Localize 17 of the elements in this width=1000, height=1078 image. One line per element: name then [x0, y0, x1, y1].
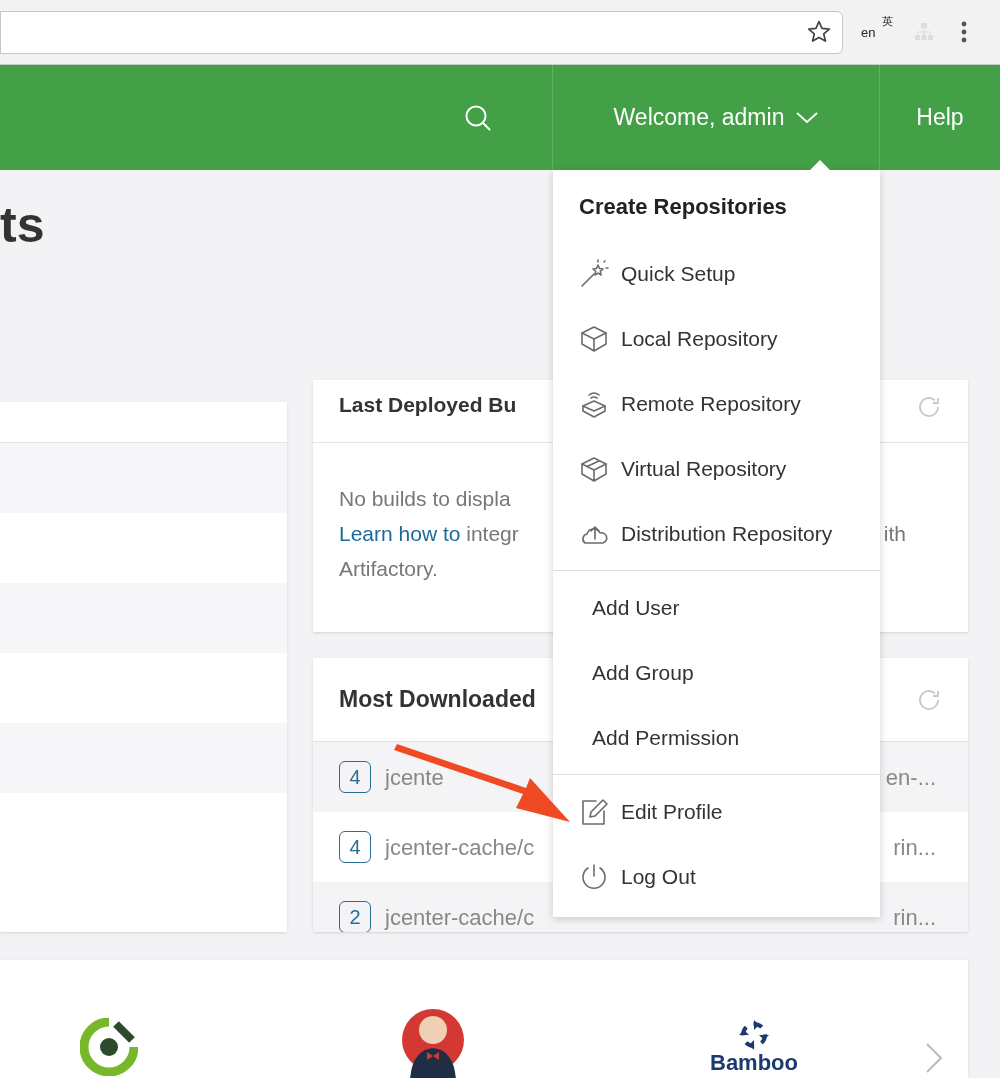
menu-heading: Create Repositories — [578, 193, 788, 221]
artifact-path: jcenter-cache/c — [385, 833, 535, 862]
count-badge: 4 — [339, 761, 371, 793]
integration-text: Learn how to integr — [339, 521, 519, 547]
artifact-path-end: en-... — [885, 763, 937, 792]
empty-message: No builds to displa — [339, 486, 512, 512]
artifact-path-end: rin... — [893, 833, 937, 862]
artifact-path: jcente — [385, 763, 444, 792]
card-title: Most Downloaded — [339, 685, 536, 715]
card-title: Last Deployed Bu — [339, 391, 517, 418]
count-badge: 4 — [339, 831, 371, 863]
page-title: ts — [0, 200, 45, 250]
artifact-path-end: rin... — [893, 903, 937, 932]
integration-text-line: Artifactory. — [339, 556, 439, 582]
artifact-path: jcenter-cache/c — [385, 903, 535, 932]
integration-text-end: ith — [883, 521, 907, 547]
bamboo-logo: Bamboo — [710, 1052, 798, 1074]
